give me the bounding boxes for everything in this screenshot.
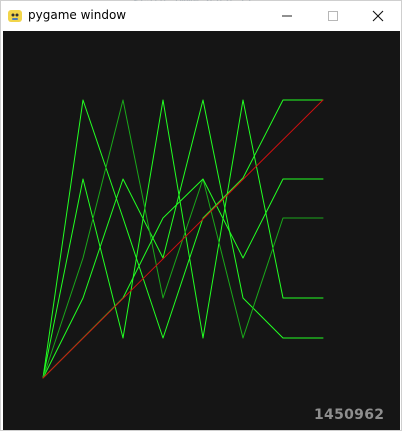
maximize-icon bbox=[328, 11, 338, 21]
close-button[interactable] bbox=[355, 1, 401, 31]
line-drawing bbox=[42, 99, 324, 379]
pygame-window: Scale 100% base 17 pygame window bbox=[0, 0, 402, 431]
minimize-icon bbox=[282, 15, 292, 17]
title-bar[interactable]: pygame window bbox=[1, 1, 401, 31]
pygame-canvas[interactable]: 1450962 bbox=[3, 31, 400, 430]
minimize-button[interactable] bbox=[264, 1, 310, 31]
close-icon bbox=[372, 10, 384, 22]
window-title: pygame window bbox=[28, 8, 127, 22]
iteration-counter: 1450962 bbox=[314, 407, 385, 423]
pygame-snake-icon bbox=[8, 10, 22, 22]
maximize-button[interactable] bbox=[310, 1, 356, 31]
